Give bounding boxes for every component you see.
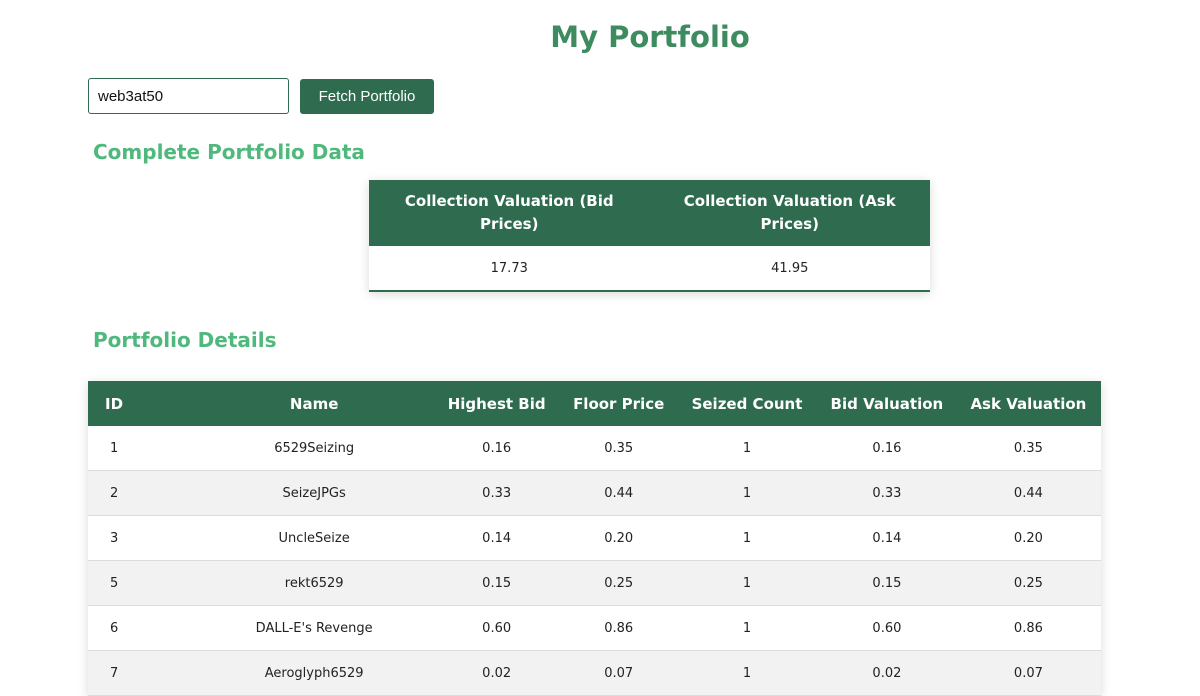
cell-name: rekt6529: [196, 560, 432, 606]
cell-seized-count: 1: [676, 515, 818, 561]
cell-ask-valuation: 0.20: [955, 515, 1101, 561]
cell-name: UncleSeize: [196, 515, 432, 561]
cell-name: DALL-E's Revenge: [196, 605, 432, 651]
ask-valuation-header: Collection Valuation (Ask Prices): [649, 180, 930, 246]
portfolio-details-heading: Portfolio Details: [93, 328, 277, 352]
cell-id: 1: [88, 426, 197, 471]
table-row: 2 SeizeJPGs 0.33 0.44 1 0.33 0.44: [88, 470, 1101, 516]
column-header-ask-valuation: Ask Valuation: [955, 381, 1101, 426]
fetch-portfolio-button[interactable]: Fetch Portfolio: [300, 79, 434, 114]
bid-valuation-value: 17.73: [369, 246, 650, 291]
ask-valuation-value: 41.95: [649, 246, 930, 291]
column-header-floor-price: Floor Price: [561, 381, 676, 426]
username-input[interactable]: [88, 78, 289, 114]
cell-bid-valuation: 0.16: [818, 426, 956, 471]
cell-ask-valuation: 0.44: [955, 470, 1101, 516]
page-title: My Portfolio: [550, 20, 750, 54]
cell-floor-price: 0.44: [561, 470, 676, 516]
cell-bid-valuation: 0.14: [818, 515, 956, 561]
portfolio-details-table: ID Name Highest Bid Floor Price Seized C…: [88, 381, 1101, 696]
cell-name: Aeroglyph6529: [196, 650, 432, 696]
cell-highest-bid: 0.02: [431, 650, 562, 696]
cell-highest-bid: 0.14: [431, 515, 562, 561]
cell-floor-price: 0.07: [561, 650, 676, 696]
summary-table: Collection Valuation (Bid Prices) Collec…: [369, 180, 930, 292]
cell-ask-valuation: 0.86: [955, 605, 1101, 651]
summary-row: 17.73 41.95: [369, 246, 930, 291]
cell-id: 7: [88, 650, 197, 696]
cell-name: 6529Seizing: [196, 426, 432, 471]
table-row: 3 UncleSeize 0.14 0.20 1 0.14 0.20: [88, 515, 1101, 561]
cell-highest-bid: 0.16: [431, 426, 562, 471]
cell-name: SeizeJPGs: [196, 470, 432, 516]
cell-ask-valuation: 0.25: [955, 560, 1101, 606]
details-header-row: ID Name Highest Bid Floor Price Seized C…: [88, 381, 1101, 426]
table-row: 7 Aeroglyph6529 0.02 0.07 1 0.02 0.07: [88, 650, 1101, 696]
cell-floor-price: 0.86: [561, 605, 676, 651]
cell-floor-price: 0.35: [561, 426, 676, 471]
cell-seized-count: 1: [676, 650, 818, 696]
cell-floor-price: 0.20: [561, 515, 676, 561]
cell-ask-valuation: 0.35: [955, 426, 1101, 471]
cell-id: 2: [88, 470, 197, 516]
cell-highest-bid: 0.15: [431, 560, 562, 606]
bid-valuation-header: Collection Valuation (Bid Prices): [369, 180, 650, 246]
cell-seized-count: 1: [676, 560, 818, 606]
table-row: 1 6529Seizing 0.16 0.35 1 0.16 0.35: [88, 426, 1101, 471]
column-header-seized-count: Seized Count: [676, 381, 818, 426]
cell-seized-count: 1: [676, 426, 818, 471]
cell-bid-valuation: 0.15: [818, 560, 956, 606]
table-row: 5 rekt6529 0.15 0.25 1 0.15 0.25: [88, 560, 1101, 606]
cell-bid-valuation: 0.33: [818, 470, 956, 516]
cell-id: 3: [88, 515, 197, 561]
cell-bid-valuation: 0.60: [818, 605, 956, 651]
column-header-bid-valuation: Bid Valuation: [818, 381, 956, 426]
cell-highest-bid: 0.60: [431, 605, 562, 651]
cell-id: 5: [88, 560, 197, 606]
cell-floor-price: 0.25: [561, 560, 676, 606]
summary-header-row: Collection Valuation (Bid Prices) Collec…: [369, 180, 930, 246]
cell-seized-count: 1: [676, 605, 818, 651]
table-row: 6 DALL-E's Revenge 0.60 0.86 1 0.60 0.86: [88, 605, 1101, 651]
cell-seized-count: 1: [676, 470, 818, 516]
cell-highest-bid: 0.33: [431, 470, 562, 516]
cell-ask-valuation: 0.07: [955, 650, 1101, 696]
cell-bid-valuation: 0.02: [818, 650, 956, 696]
column-header-id: ID: [88, 381, 197, 426]
cell-id: 6: [88, 605, 197, 651]
column-header-name: Name: [196, 381, 432, 426]
complete-portfolio-heading: Complete Portfolio Data: [93, 140, 365, 164]
column-header-highest-bid: Highest Bid: [431, 381, 562, 426]
